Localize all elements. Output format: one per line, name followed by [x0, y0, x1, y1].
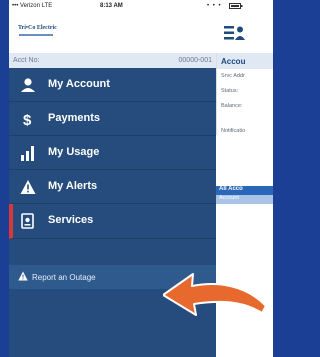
alert-triangle-icon [20, 179, 36, 195]
user-icon [20, 77, 36, 93]
service-address-label: Srvc Addr [221, 73, 245, 79]
warning-icon [18, 271, 28, 281]
app-header [216, 13, 273, 53]
menu-item-my-usage[interactable]: My Usage [9, 136, 216, 170]
carrier-text: ••• Verizon LTE [12, 3, 53, 9]
account-title: Accou [217, 53, 273, 69]
menu-item-services[interactable]: Services [9, 204, 216, 239]
menu-item-label: My Account [48, 78, 110, 90]
logo-underline [19, 34, 53, 36]
hamburger-menu-icon[interactable] [224, 25, 246, 46]
menu-item-label: My Usage [48, 146, 100, 158]
account-number-row: Acct No: 00000-001 [9, 53, 216, 68]
dollar-icon: $ [20, 111, 36, 129]
status-label: Status: [221, 88, 239, 94]
signal-dots: • • • [207, 3, 222, 9]
account-summary: Accou Srvc Addr Status: Balance: Notific… [216, 53, 273, 135]
account-column-header: Account [216, 195, 273, 204]
account-number-label: Acct No: [13, 57, 40, 64]
company-logo: Tri•Co Electric [18, 25, 57, 31]
services-document-icon [20, 213, 36, 229]
account-number-value: 00000-001 [178, 57, 212, 64]
menu-item-label: Services [48, 214, 94, 226]
menu-item-payments[interactable]: $ Payments [9, 102, 216, 136]
usage-bars-icon [20, 145, 36, 161]
balance-label: Balance: [221, 103, 243, 109]
menu-item-label: My Alerts [48, 180, 98, 192]
notifications-label: Notificatio [221, 128, 246, 134]
menu-item-my-alerts[interactable]: My Alerts [9, 170, 216, 204]
menu-item-my-account[interactable]: My Account [9, 68, 216, 102]
logo-area: Tri•Co Electric [9, 13, 216, 53]
menu-item-label: Payments [48, 112, 100, 124]
clock-text: 8:13 AM [100, 3, 123, 9]
all-accounts-header: All Acco [216, 186, 273, 195]
callout-arrow-icon [163, 273, 267, 316]
submenu-item-label: Report an Outage [32, 273, 96, 282]
svg-text:$: $ [23, 112, 32, 127]
status-bar: ••• Verizon LTE 8:13 AM • • • [9, 0, 273, 13]
battery-icon [229, 3, 243, 11]
